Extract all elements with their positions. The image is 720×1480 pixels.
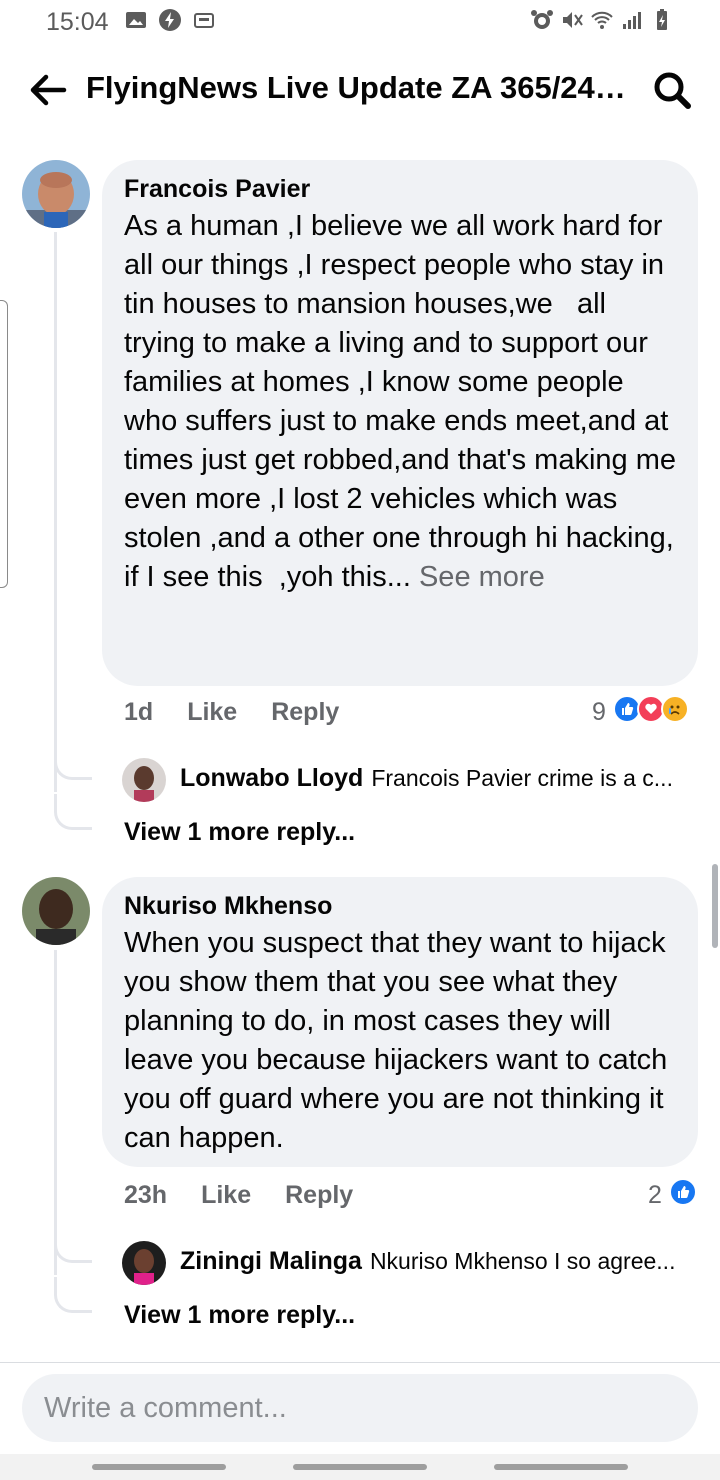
avatar[interactable] xyxy=(22,877,90,945)
comment-author[interactable]: Francois Pavier xyxy=(124,175,310,204)
nav-recents-pill[interactable] xyxy=(92,1464,226,1470)
comment-actions: 23h Like Reply xyxy=(124,1181,387,1210)
avatar-photo xyxy=(22,877,90,945)
reply-text: Nkuriso Mkhenso I so agree... xyxy=(369,1248,676,1274)
system-nav-bar xyxy=(0,1454,720,1480)
like-button[interactable]: Like xyxy=(201,1181,251,1210)
comment-time[interactable]: 23h xyxy=(124,1181,167,1210)
reply-text: Francois Pavier crime is a c... xyxy=(371,765,673,791)
thread-curve xyxy=(54,794,92,830)
nav-home-pill[interactable] xyxy=(293,1464,427,1470)
avatar[interactable] xyxy=(22,160,90,228)
comment-actions: 1d Like Reply xyxy=(124,698,373,727)
comment-text: As a human ,I believe we all work hard f… xyxy=(124,207,680,597)
thread-curve xyxy=(54,1277,92,1313)
app-bar: FlyingNews Live Update ZA 365/24 Breakin… xyxy=(0,52,720,128)
alarm-icon xyxy=(531,10,553,29)
status-right-icons xyxy=(530,8,674,32)
comment-time[interactable]: 1d xyxy=(124,698,153,727)
view-more-replies[interactable]: View 1 more reply... xyxy=(124,1301,355,1330)
like-reaction-icon xyxy=(669,1178,697,1206)
page-title: FlyingNews Live Update ZA 365/24 Breakin… xyxy=(86,70,634,105)
divider xyxy=(0,1362,720,1363)
signal-icon xyxy=(623,12,641,29)
reply-preview[interactable]: Lonwabo Lloyd Francois Pavier crime is a… xyxy=(180,764,673,793)
reply-button[interactable]: Reply xyxy=(285,1181,353,1210)
messenger-icon xyxy=(159,9,181,31)
avatar-photo xyxy=(122,1241,166,1285)
see-more-link[interactable]: See more xyxy=(419,561,545,593)
avatar-photo xyxy=(122,758,166,802)
arrow-left-icon[interactable] xyxy=(26,68,70,112)
reactions[interactable] xyxy=(669,1178,697,1206)
comment-body: As a human ,I believe we all work hard f… xyxy=(124,210,685,593)
nav-back-pill[interactable] xyxy=(494,1464,628,1470)
wifi-icon xyxy=(591,11,613,29)
thread-curve xyxy=(54,1227,92,1263)
scrollbar[interactable] xyxy=(712,864,718,948)
reply-author[interactable]: Lonwabo Lloyd xyxy=(180,764,363,793)
reply-avatar[interactable] xyxy=(122,758,166,802)
search-icon[interactable] xyxy=(650,68,694,112)
like-button[interactable]: Like xyxy=(187,698,237,727)
comment-input[interactable]: Write a comment... xyxy=(22,1374,698,1442)
battery-charging-icon xyxy=(657,9,667,30)
reply-author[interactable]: Ziningi Malinga xyxy=(180,1247,362,1276)
avatar-photo xyxy=(22,160,90,228)
reaction-count[interactable]: 9 xyxy=(592,698,606,727)
thread-curve xyxy=(54,744,92,780)
reactions[interactable] xyxy=(613,695,689,723)
status-bar: 15:04 xyxy=(0,0,720,44)
view-more-replies[interactable]: View 1 more reply... xyxy=(124,818,355,847)
reaction-count[interactable]: 2 xyxy=(648,1181,662,1210)
screen-icon xyxy=(194,13,214,28)
gallery-icon xyxy=(126,12,146,28)
mute-icon xyxy=(563,12,583,28)
status-left-icons xyxy=(124,8,216,32)
comment-author[interactable]: Nkuriso Mkhenso xyxy=(124,892,332,921)
sad-reaction-icon xyxy=(661,695,689,723)
reply-avatar[interactable] xyxy=(122,1241,166,1285)
side-panel-edge xyxy=(0,300,8,588)
reply-preview[interactable]: Ziningi Malinga Nkuriso Mkhenso I so agr… xyxy=(180,1247,675,1276)
comment-text: When you suspect that they want to hijac… xyxy=(124,927,676,1154)
comment-placeholder: Write a comment... xyxy=(44,1392,287,1424)
thread-line xyxy=(54,232,57,792)
status-time: 15:04 xyxy=(46,8,109,36)
reply-button[interactable]: Reply xyxy=(271,698,339,727)
